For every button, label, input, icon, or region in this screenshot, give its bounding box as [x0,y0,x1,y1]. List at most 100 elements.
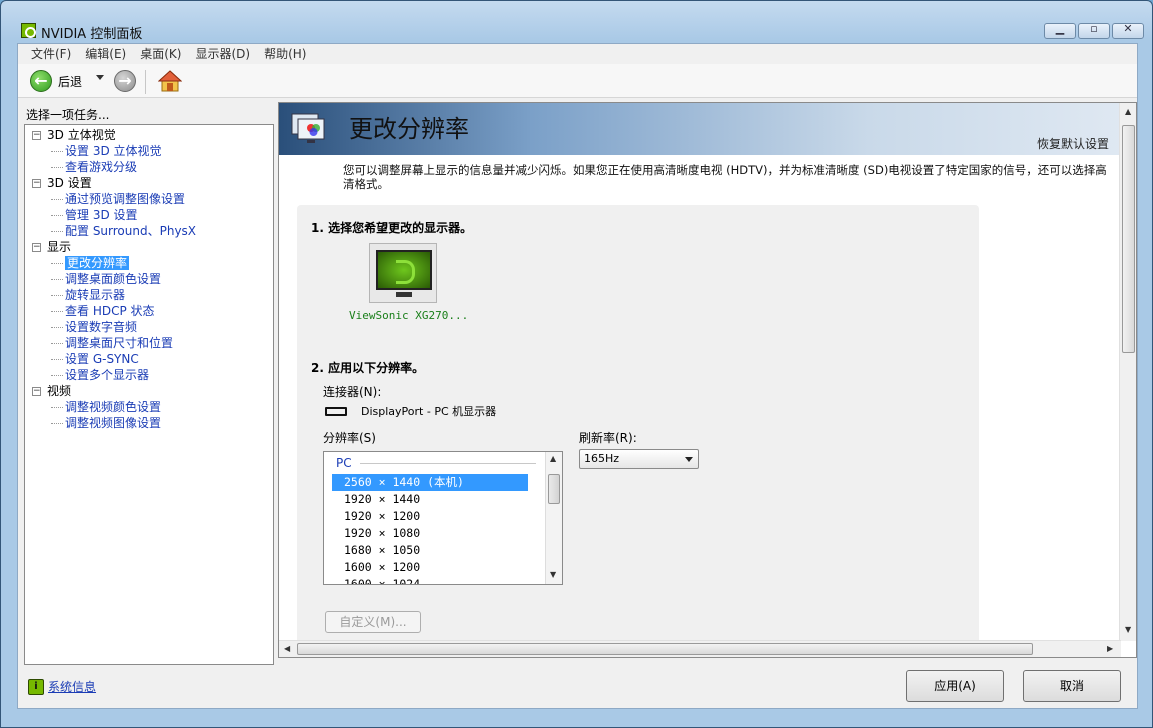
task-tree[interactable]: −3D 立体视觉 设置 3D 立体视觉 查看游戏分级 −3D 设置 通过预览调整图像设置… [24,124,274,665]
back-button-label[interactable]: 后退 [58,73,82,90]
tree-category[interactable]: −3D 立体视觉 [25,127,273,143]
tree-item[interactable]: 调整视频图像设置 [25,415,273,431]
tree-item-label: 设置 3D 立体视觉 [65,144,162,158]
tree-item[interactable]: 设置 3D 立体视觉 [25,143,273,159]
tree-connector [51,423,63,424]
resolution-option[interactable]: 1920 × 1440 [332,491,528,508]
tree-item[interactable]: 设置多个显示器 [25,367,273,383]
back-arrow-icon[interactable]: ← [30,70,52,92]
tree-item[interactable]: 配置 Surround、PhysX [25,223,273,239]
tree-category[interactable]: − 显示 [25,239,273,255]
resolution-option[interactable]: 2560 × 1440 (本机) [332,474,528,491]
collapse-icon[interactable]: − [32,387,41,396]
tree-connector [51,311,63,312]
menu-edit[interactable]: 编辑(E) [78,44,133,62]
monitor-name[interactable]: ViewSonic XG270... [349,309,468,322]
menu-help[interactable]: 帮助(H) [257,44,313,62]
connector-label: 连接器(N): [323,385,382,399]
tree-item-label: 更改分辨率 [65,256,130,270]
content-vertical-scrollbar[interactable]: ▲ ▼ [1119,103,1136,641]
tree-connector [51,359,63,360]
tree-item-label: 调整桌面尺寸和位置 [65,336,174,350]
tree-item[interactable]: 设置数字音频 [25,319,273,335]
tree-item[interactable]: 通过预览调整图像设置 [25,191,273,207]
page-banner: 更改分辨率 恢复默认设置 [279,103,1121,155]
resolution-option[interactable]: 1600 × 1024 [332,576,528,584]
tree-connector [51,295,63,296]
content-hscroll-thumb[interactable] [297,643,1033,655]
tree-connector [51,263,63,264]
resolution-option[interactable]: 1680 × 1050 [332,542,528,559]
tree-item[interactable]: 调整桌面颜色设置 [25,271,273,287]
scroll-up-icon[interactable]: ▲ [550,454,556,463]
cancel-button[interactable]: 取消 [1023,670,1121,702]
menu-bar: 文件(F) 编辑(E) 桌面(K) 显示器(D) 帮助(H) [18,44,1137,62]
custom-resolution-button[interactable]: 自定义(M)... [325,611,421,633]
maximize-button[interactable]: ▫ [1078,22,1110,39]
tree-category-label: 显示 [47,240,72,254]
tree-item[interactable]: 旋转显示器 [25,287,273,303]
scroll-left-icon[interactable]: ◀ [284,644,290,653]
tree-item[interactable]: 查看游戏分级 [25,159,273,175]
tree-category[interactable]: − 视频 [25,383,273,399]
forward-arrow-icon[interactable]: → [114,70,136,92]
tree-item-label: 设置数字音频 [65,320,138,334]
menu-display[interactable]: 显示器(D) [188,44,257,62]
window-title: NVIDIA 控制面板 [41,27,143,42]
resolution-option[interactable]: 1600 × 1200 [332,559,528,576]
restore-defaults-link[interactable]: 恢复默认设置 [1037,135,1109,152]
tree-item[interactable]: 管理 3D 设置 [25,207,273,223]
minimize-button[interactable]: ▁ [1044,22,1076,39]
tree-item[interactable]: 查看 HDCP 状态 [25,303,273,319]
resolution-label: 分辨率(S) [323,431,376,445]
step-2-heading: 2. 应用以下分辨率。 [311,361,425,375]
resolution-option[interactable]: 1920 × 1200 [332,508,528,525]
client-area: 文件(F) 编辑(E) 桌面(K) 显示器(D) 帮助(H) ← 后退 → 选择… [17,43,1138,709]
scroll-up-icon[interactable]: ▲ [1125,107,1131,116]
listbox-scrollbar[interactable]: ▲ ▼ [545,452,562,584]
resolution-listbox[interactable]: PC 2560 × 1440 (本机) 1920 × 1440 1920 × 120… [323,451,563,585]
tree-item[interactable]: 调整桌面尺寸和位置 [25,335,273,351]
content-pane: 更改分辨率 恢复默认设置 您可以调整屏幕上显示的信息量并减少闪烁。如果您正在使用… [278,102,1137,658]
tree-item[interactable]: 更改分辨率 [25,255,273,271]
monitor-stand [396,292,412,297]
scroll-down-icon[interactable]: ▼ [1125,625,1131,634]
tree-item-label: 调整视频图像设置 [65,416,162,430]
menu-desktop[interactable]: 桌面(K) [133,44,188,62]
scroll-down-icon[interactable]: ▼ [550,570,556,579]
monitor-select-tile[interactable] [369,243,437,303]
close-button[interactable]: ✕ [1112,22,1144,39]
apply-button[interactable]: 应用(A) [906,670,1004,702]
system-info-link-area[interactable]: i 系统信息 [28,678,96,695]
connector-value: DisplayPort - PC 机显示器 [361,405,497,418]
content-horizontal-scrollbar[interactable]: ◀ ▶ [279,640,1121,657]
back-history-dropdown-icon[interactable] [96,75,104,80]
refresh-rate-select[interactable]: 165Hz [579,449,699,469]
tree-item-label: 设置 G-SYNC [65,352,139,366]
menu-file[interactable]: 文件(F) [24,44,78,62]
listbox-scroll-thumb[interactable] [548,474,560,504]
tree-connector [51,375,63,376]
home-icon[interactable] [158,69,182,93]
collapse-icon[interactable]: − [32,179,41,188]
content-scroll-thumb[interactable] [1122,125,1135,353]
info-icon: i [28,678,44,695]
system-info-link[interactable]: 系统信息 [48,678,96,695]
tree-item-label: 调整桌面颜色设置 [65,272,162,286]
tree-item-label: 设置多个显示器 [65,368,150,382]
tree-category[interactable]: −3D 设置 [25,175,273,191]
refresh-rate-value: 165Hz [584,452,620,465]
settings-panel: 1. 选择您希望更改的显示器。 ViewSonic XG270... 2. 应用… [297,205,979,645]
nvidia-logo-icon [21,23,36,38]
title-bar[interactable]: NVIDIA 控制面板 ▁ ▫ ✕ [1,1,1152,43]
collapse-icon[interactable]: − [32,131,41,140]
resolution-group-label: PC [336,456,352,470]
app-window: NVIDIA 控制面板 ▁ ▫ ✕ 文件(F) 编辑(E) 桌面(K) 显示器(… [0,0,1153,728]
tree-item-label: 通过预览调整图像设置 [65,192,186,206]
collapse-icon[interactable]: − [32,243,41,252]
tree-item[interactable]: 设置 G-SYNC [25,351,273,367]
resolution-option[interactable]: 1920 × 1080 [332,525,528,542]
page-description: 您可以调整屏幕上显示的信息量并减少闪烁。如果您正在使用高清晰度电视 (HDTV)… [343,163,1107,191]
tree-item[interactable]: 调整视频颜色设置 [25,399,273,415]
scroll-right-icon[interactable]: ▶ [1107,644,1113,653]
